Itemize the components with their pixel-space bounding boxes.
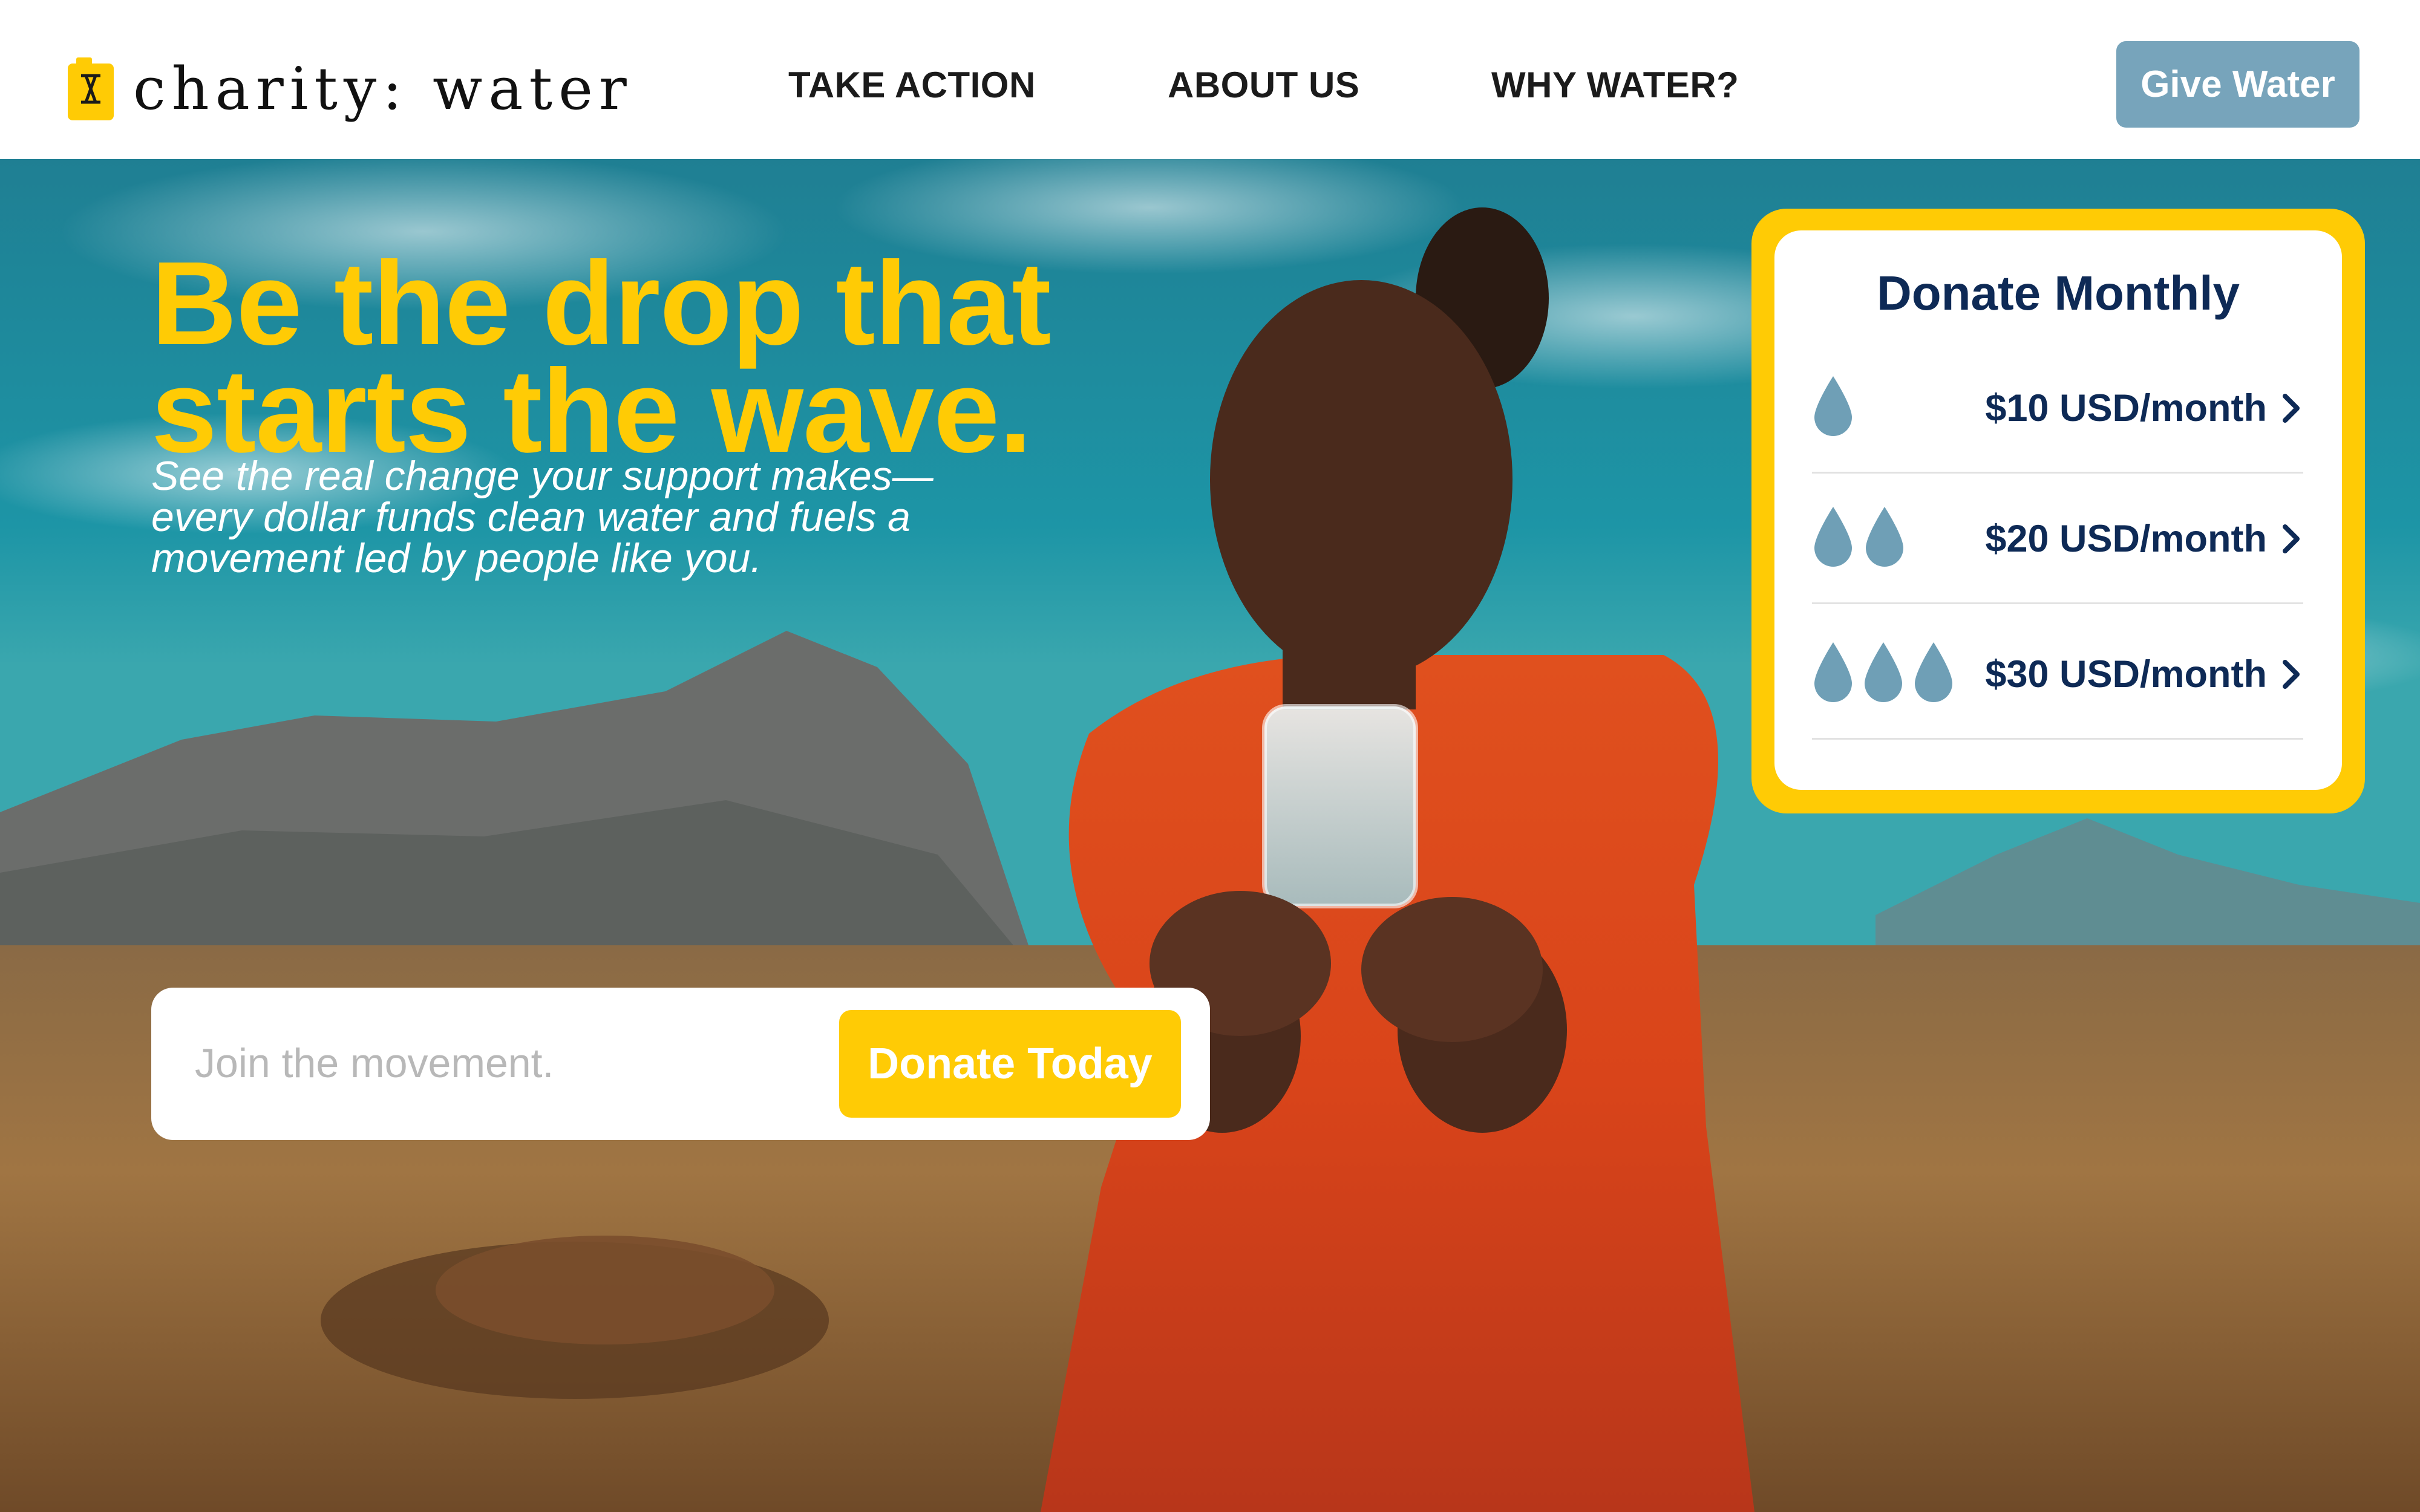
tier-30-option[interactable]: $30 USD/month [1812, 607, 2303, 740]
nav-why-water[interactable]: WHY WATER? [1491, 60, 1739, 109]
headline-line-2: starts the wave. [151, 345, 1032, 477]
tier-10-option[interactable]: $10 USD/month [1812, 341, 2303, 474]
donate-monthly-title: Donate Monthly [1877, 266, 2240, 320]
drop-icons [1812, 341, 1854, 474]
logo-text: charity: water [133, 55, 633, 123]
headline-line-1: Be the drop that [151, 237, 1051, 370]
drop-icons [1812, 607, 1957, 740]
hero-section: Be the drop that starts the wave. See th… [0, 159, 2420, 1512]
water-drop-icon [1814, 642, 1952, 702]
nav-take-action[interactable]: TAKE ACTION [788, 60, 1036, 109]
join-movement-input[interactable] [195, 1018, 739, 1109]
hero-subhead: See the real change your support makes— … [151, 455, 1059, 579]
donate-monthly-card: Donate Monthly $10 USD/month $20 USD/mon… [1751, 209, 2365, 813]
charity-water-logo[interactable]: charity: water [68, 56, 633, 122]
give-water-button[interactable]: Give Water [2116, 41, 2360, 128]
tier-20-label: $20 USD/month [1985, 518, 2267, 560]
chevron-right-icon [2283, 660, 2300, 689]
hero-headline: Be the drop that starts the wave. [151, 237, 1119, 477]
nav-why-water-link[interactable]: WHY WATER? [1491, 64, 1739, 106]
tier-10-label: $10 USD/month [1985, 387, 2267, 429]
chevron-right-icon [2283, 524, 2300, 553]
tier-20-option[interactable]: $20 USD/month [1812, 471, 2303, 604]
donate-monthly-panel: Donate Monthly $10 USD/month $20 USD/mon… [1774, 230, 2342, 790]
jerry-can-icon [68, 57, 114, 120]
nav-about-us-link[interactable]: ABOUT US [1168, 64, 1359, 106]
donate-today-button[interactable]: Donate Today [839, 1010, 1181, 1118]
water-drop-icon [1814, 507, 1903, 567]
chevron-right-icon [2283, 394, 2300, 423]
site-header: charity: water TAKE ACTION ABOUT US WHY … [0, 0, 2420, 159]
nav-take-action-link[interactable]: TAKE ACTION [788, 64, 1036, 106]
tier-30-label: $30 USD/month [1985, 653, 2267, 696]
subhead-line-1: See the real change your support makes— [151, 453, 934, 499]
subhead-line-3: movement led by people like you. [151, 535, 762, 581]
subhead-line-2: every dollar funds clean water and fuels… [151, 494, 911, 540]
join-movement-bar: Donate Today [151, 988, 1210, 1140]
nav-about-us[interactable]: ABOUT US [1168, 60, 1359, 109]
water-drop-icon [1814, 376, 1852, 436]
drop-icons [1812, 471, 1909, 604]
